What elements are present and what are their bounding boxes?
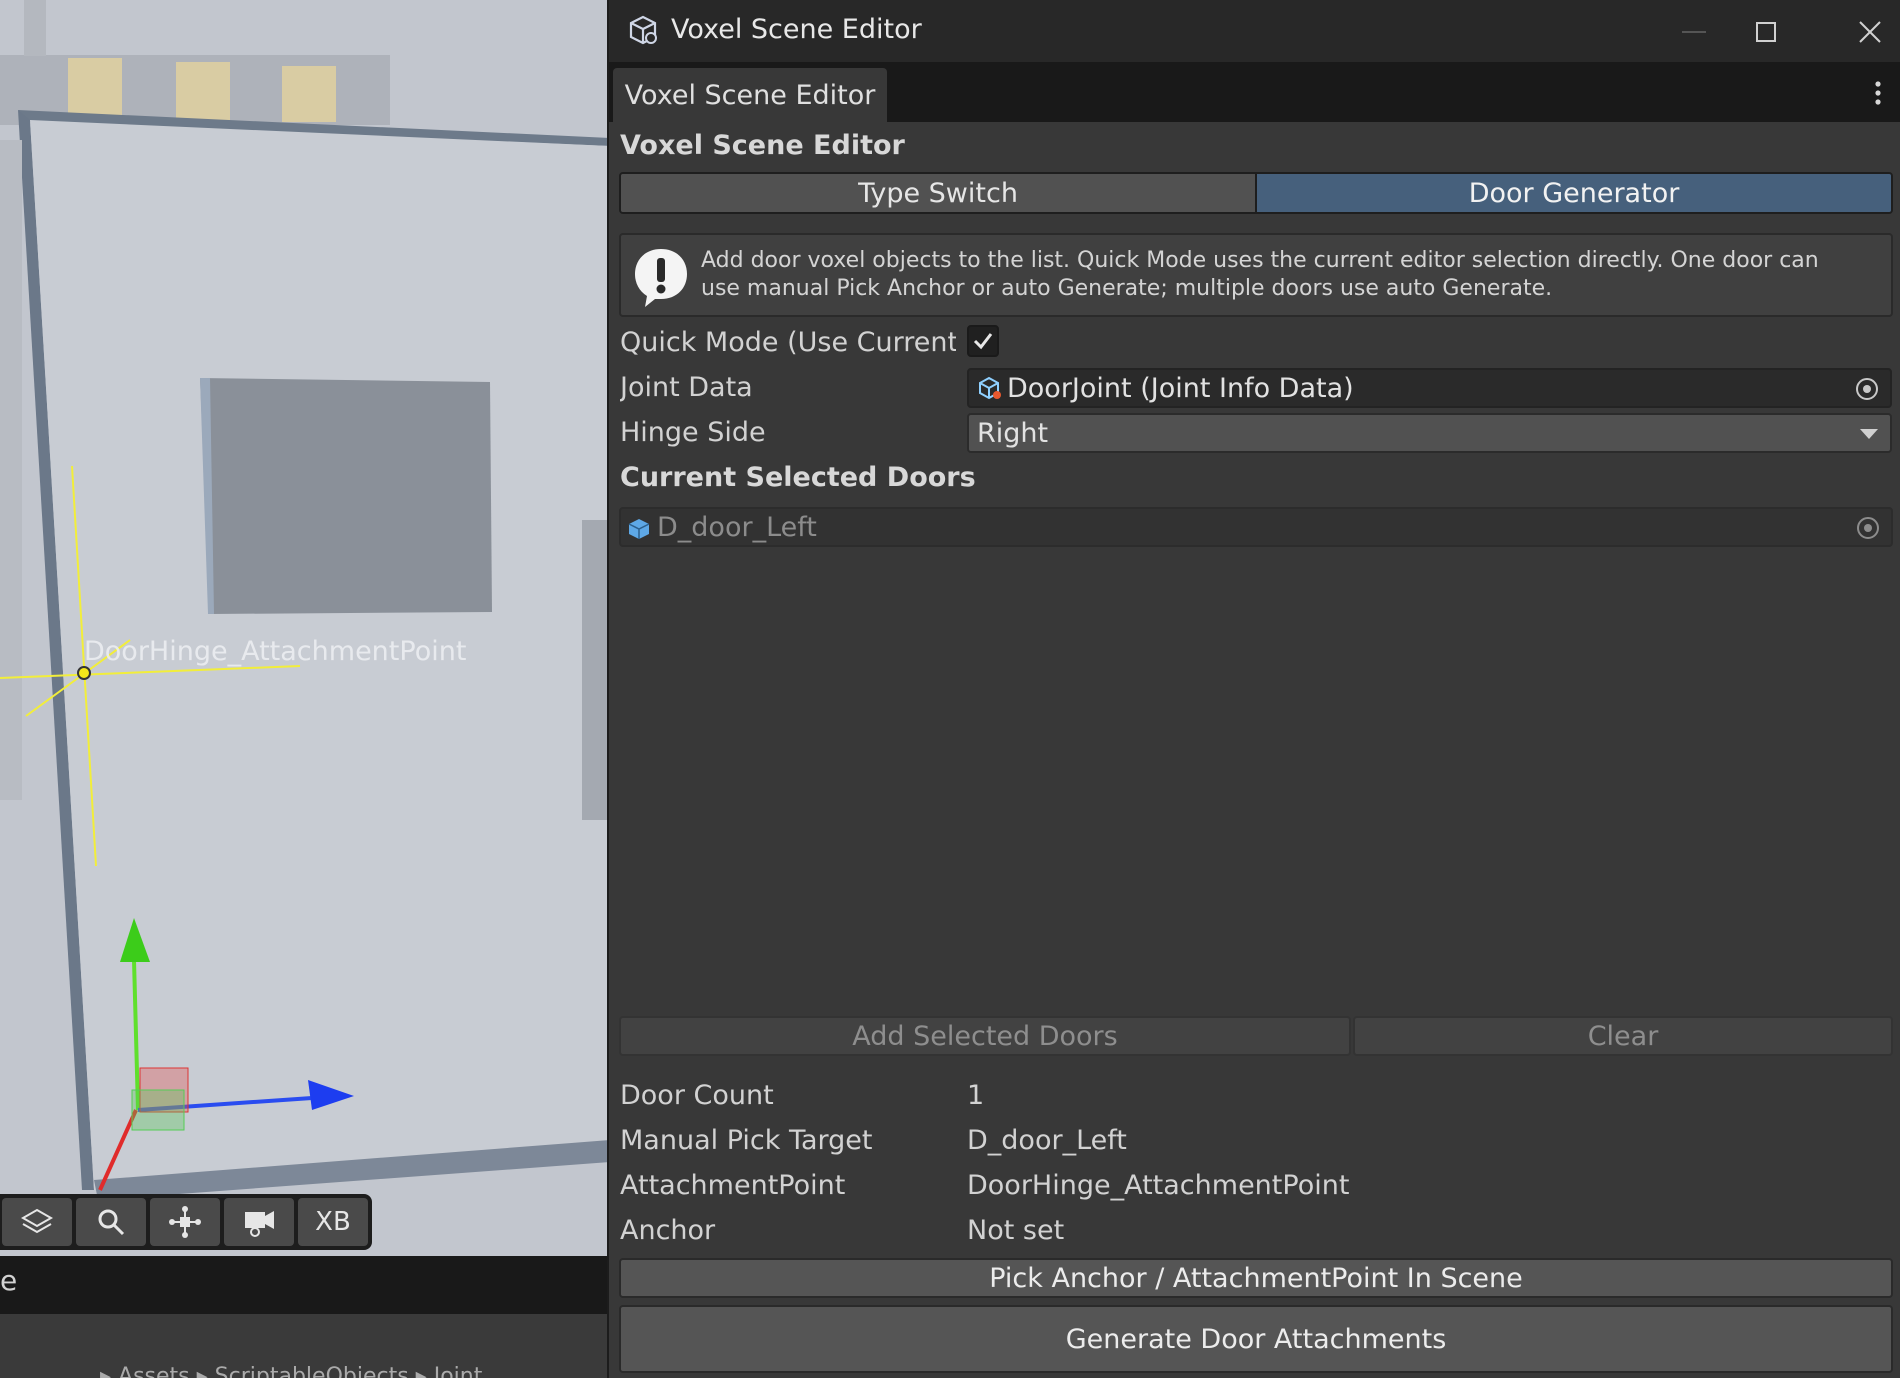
maximize-icon[interactable] xyxy=(1746,12,1786,52)
door-count-value: 1 xyxy=(967,1080,985,1111)
mode-toolbar: Type Switch Door Generator xyxy=(619,172,1893,214)
door-count-label: Door Count xyxy=(620,1080,774,1111)
joint-data-label: Joint Data xyxy=(620,372,753,403)
current-selected-doors-heading: Current Selected Doors xyxy=(620,462,976,493)
minimize-icon[interactable] xyxy=(1674,12,1714,52)
anchor-row: Anchor Not set xyxy=(620,1215,1892,1255)
manual-pick-label: Manual Pick Target xyxy=(620,1125,873,1156)
move-tool-icon[interactable] xyxy=(150,1198,220,1246)
generate-door-attachments-button[interactable]: Generate Door Attachments xyxy=(619,1305,1893,1373)
tab-strip: Voxel Scene Editor xyxy=(609,62,1900,122)
joint-data-row: Joint Data DoorJoint (Joint Info Data) xyxy=(620,368,1892,410)
scene-status-bar: e xyxy=(0,1256,610,1314)
manual-pick-row: Manual Pick Target D_door_Left xyxy=(620,1125,1892,1165)
object-picker-icon[interactable] xyxy=(1855,515,1881,541)
info-icon xyxy=(635,249,687,307)
quick-mode-label: Quick Mode (Use Current Selection) xyxy=(620,327,956,358)
door-name: D_door_Left xyxy=(657,511,817,543)
scene-geometry xyxy=(0,0,610,1378)
unity-cube-icon xyxy=(629,15,657,45)
hinge-side-row: Hinge Side Right xyxy=(620,413,1892,455)
anchor-value: Not set xyxy=(967,1215,1065,1246)
tab-voxel-scene-editor[interactable]: Voxel Scene Editor xyxy=(613,68,887,122)
tab-type-switch[interactable]: Type Switch xyxy=(621,174,1255,212)
help-message: Add door voxel objects to the list. Quic… xyxy=(701,248,1819,301)
scene-object-label: DoorHinge_AttachmentPoint xyxy=(84,636,467,667)
clear-button[interactable]: Clear xyxy=(1353,1016,1893,1056)
attachment-point-value: DoorHinge_AttachmentPoint xyxy=(967,1170,1350,1201)
editor-heading: Voxel Scene Editor xyxy=(620,130,905,161)
scriptable-object-icon xyxy=(979,376,1001,400)
close-icon[interactable] xyxy=(1850,12,1890,52)
checkmark-icon xyxy=(973,333,993,350)
list-item[interactable]: D_door_Left xyxy=(619,507,1893,547)
quick-mode-checkbox[interactable] xyxy=(967,325,999,357)
more-options-icon[interactable] xyxy=(1874,80,1882,106)
voxel-scene-editor-window: Voxel Scene Editor Voxel Scene Editor Vo… xyxy=(607,0,1900,1378)
hinge-side-value: Right xyxy=(977,417,1049,449)
tab-door-generator[interactable]: Door Generator xyxy=(1255,174,1891,212)
hinge-side-label: Hinge Side xyxy=(620,417,766,448)
scene-viewport[interactable]: DoorHinge_AttachmentPoint XB e ▸ Assets … xyxy=(0,0,610,1378)
attachment-point-row: AttachmentPoint DoorHinge_AttachmentPoin… xyxy=(620,1170,1892,1210)
window-title: Voxel Scene Editor xyxy=(671,14,922,45)
joint-data-field[interactable]: DoorJoint (Joint Info Data) xyxy=(967,368,1892,408)
manual-pick-value: D_door_Left xyxy=(967,1125,1127,1156)
pick-anchor-button[interactable]: Pick Anchor / AttachmentPoint In Scene xyxy=(619,1258,1893,1298)
project-panel-footer: ▸ Assets ▸ ScriptableObjects ▸ Joint xyxy=(0,1314,610,1378)
add-selected-doors-button[interactable]: Add Selected Doors xyxy=(619,1016,1351,1056)
attachment-point-label: AttachmentPoint xyxy=(620,1170,846,1201)
scene-toolbar: XB xyxy=(0,1194,372,1250)
camera-icon[interactable] xyxy=(224,1198,294,1246)
joint-data-value: DoorJoint (Joint Info Data) xyxy=(1007,372,1354,404)
anchor-label: Anchor xyxy=(620,1215,716,1246)
layers-icon[interactable] xyxy=(2,1198,72,1246)
chevron-down-icon xyxy=(1860,429,1878,439)
prefab-cube-icon xyxy=(628,519,650,539)
search-icon[interactable] xyxy=(76,1198,146,1246)
door-count-row: Door Count 1 xyxy=(620,1080,1892,1120)
window-titlebar[interactable]: Voxel Scene Editor xyxy=(609,0,1900,62)
status-text: e xyxy=(0,1264,18,1297)
object-picker-icon[interactable] xyxy=(1854,376,1880,402)
quick-mode-row: Quick Mode (Use Current Selection) xyxy=(620,323,1892,365)
breadcrumb[interactable]: ▸ Assets ▸ ScriptableObjects ▸ Joint xyxy=(100,1364,482,1378)
xb-button[interactable]: XB xyxy=(298,1198,368,1246)
hinge-side-dropdown[interactable]: Right xyxy=(967,413,1892,453)
help-box: Add door voxel objects to the list. Quic… xyxy=(619,233,1893,317)
